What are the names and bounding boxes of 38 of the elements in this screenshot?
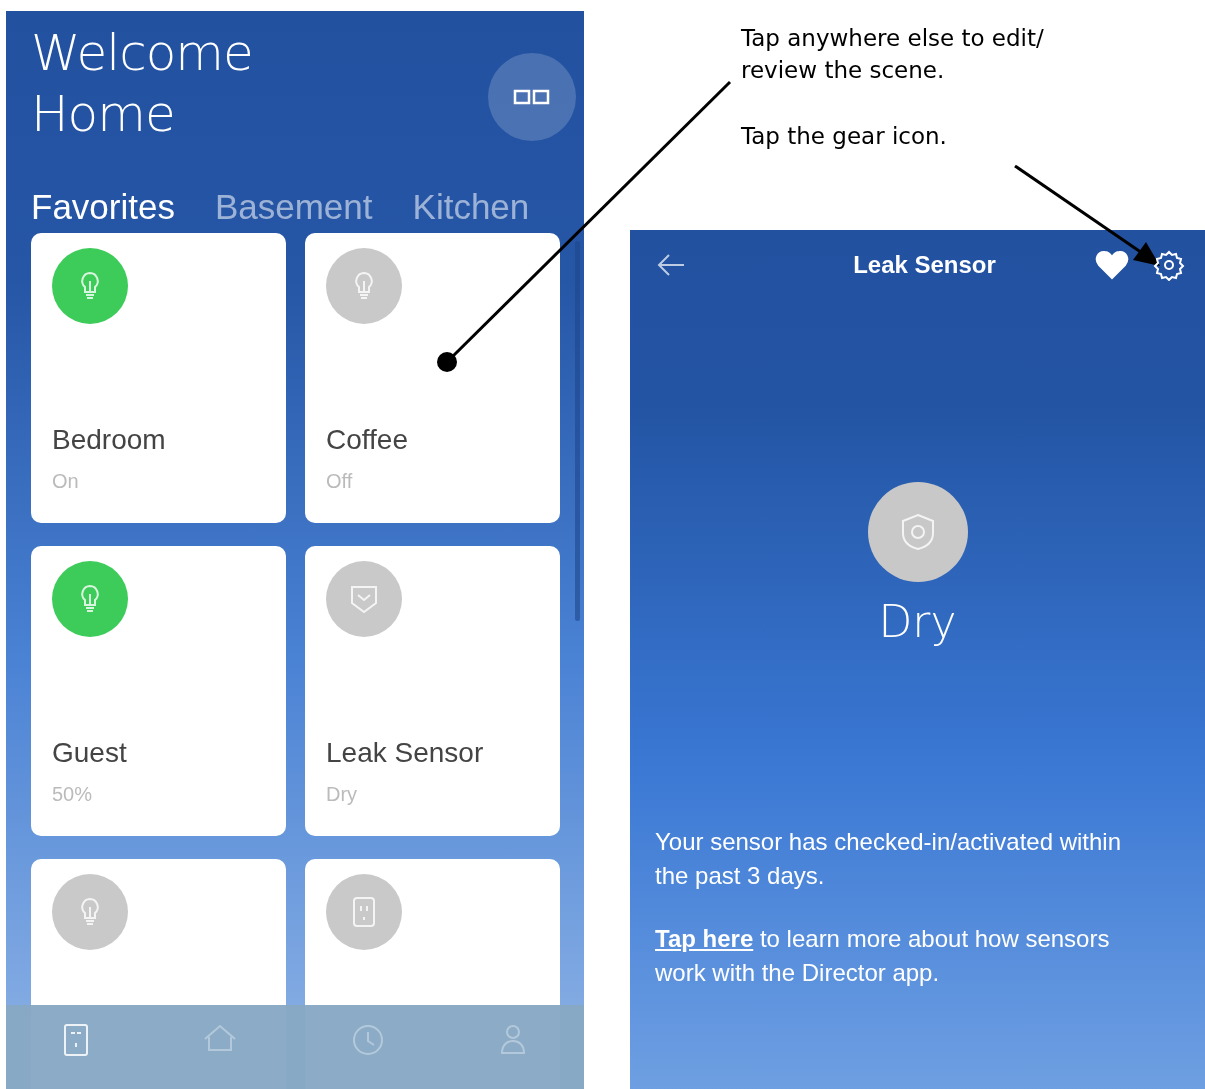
device-card[interactable]: Coffee Off bbox=[305, 233, 560, 523]
device-icon bbox=[63, 1023, 89, 1057]
device-name: Guest bbox=[52, 737, 128, 769]
home-icon bbox=[203, 1023, 237, 1053]
annotation-text: Tap the gear icon. bbox=[741, 122, 948, 151]
squares-icon bbox=[513, 89, 551, 105]
device-name: Leak Sensor bbox=[326, 737, 485, 769]
scrollbar[interactable] bbox=[575, 241, 580, 621]
annotation-text: Tap anywhere else to edit/ review the scene. bbox=[741, 24, 1045, 85]
help-text: Tap here to learn more about how sensors work with the Director app. bbox=[655, 924, 1111, 988]
shield-icon bbox=[349, 583, 379, 615]
heart-icon bbox=[1095, 250, 1129, 280]
bulb-icon bbox=[353, 271, 375, 301]
person-icon bbox=[499, 1023, 527, 1055]
back-button[interactable] bbox=[656, 253, 686, 277]
device-name: Coffee bbox=[326, 424, 409, 456]
clock-icon bbox=[351, 1023, 385, 1057]
screen-title: Welcome Home bbox=[31, 23, 254, 145]
screen-title: Leak Sensor bbox=[853, 251, 996, 279]
outlet-icon bbox=[352, 896, 376, 928]
bulb-icon bbox=[79, 897, 101, 927]
settings-icon bbox=[1153, 249, 1185, 281]
device-status: On bbox=[52, 470, 80, 493]
settings-button[interactable] bbox=[1153, 249, 1185, 281]
bulb-icon bbox=[79, 271, 101, 301]
status-message: Your sensor has checked-in/activated within the past 3 days. bbox=[655, 827, 1123, 891]
back-arrow-icon bbox=[656, 253, 686, 277]
room-tab[interactable]: Favorites bbox=[31, 187, 175, 227]
device-card[interactable]: Bedroom On bbox=[31, 233, 286, 523]
device-card[interactable]: Guest 50% bbox=[31, 546, 286, 836]
sensor-state: Dry bbox=[878, 596, 957, 647]
bulb-icon bbox=[79, 584, 101, 614]
device-status: 50% bbox=[52, 783, 94, 806]
favorite-button[interactable] bbox=[1095, 250, 1129, 280]
device-status: Dry bbox=[326, 783, 359, 806]
device-card[interactable]: Leak Sensor Dry bbox=[305, 546, 560, 836]
device-name: Bedroom bbox=[52, 424, 167, 456]
device-status: Off bbox=[326, 470, 354, 493]
